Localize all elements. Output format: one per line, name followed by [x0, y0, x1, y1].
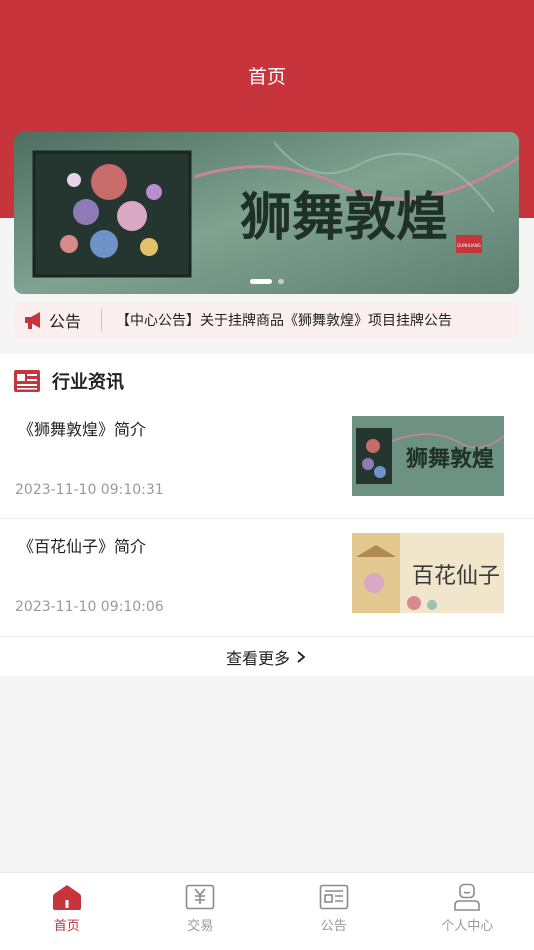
notice-label: 公告 [49, 312, 82, 331]
page-title: 首页 [247, 66, 286, 88]
thumb-caption: 百花仙子 [412, 564, 500, 589]
bottom-tab-bar: 首页 交易 公告 个人中心 [0, 872, 534, 950]
news-item[interactable]: 《狮舞敦煌》简介 2023-11-10 09:10:31 狮舞敦煌 [0, 402, 534, 518]
tab-label: 公告 [320, 919, 347, 934]
tab-trade[interactable]: 交易 [134, 873, 268, 950]
carousel-indicator [14, 279, 519, 284]
tab-label: 个人中心 [441, 919, 494, 934]
profile-icon [454, 883, 481, 911]
announcement-icon [319, 884, 349, 910]
news-item[interactable]: 《百花仙子》简介 2023-11-10 09:10:06 百花仙子 [0, 518, 534, 634]
news-section: 行业资讯 《狮舞敦煌》简介 2023-11-10 09:10:31 狮舞敦煌 《… [0, 354, 534, 676]
megaphone-icon [25, 312, 40, 329]
carousel-dot-active[interactable] [249, 279, 272, 284]
view-more-label: 查看更多 [225, 648, 290, 668]
notice-divider [101, 309, 103, 331]
tab-label: 首页 [53, 919, 80, 934]
news-date: 2023-11-10 09:10:06 [15, 599, 164, 615]
carousel-dot[interactable] [277, 279, 284, 284]
news-thumbnail: 百花仙子 [352, 533, 504, 613]
news-title: 《百花仙子》简介 [18, 537, 147, 556]
tab-profile[interactable]: 个人中心 [401, 873, 534, 950]
thumb-caption: 狮舞敦煌 [406, 446, 494, 472]
banner-carousel[interactable]: 狮舞敦煌 DUNHUANG [14, 132, 519, 294]
banner-stamp: DUNHUANG [457, 243, 481, 248]
banner-caption: 狮舞敦煌 [240, 187, 448, 248]
news-date: 2023-11-10 09:10:31 [15, 482, 164, 498]
news-thumbnail: 狮舞敦煌 [352, 416, 504, 496]
tab-label: 交易 [187, 919, 214, 934]
trade-icon [185, 884, 215, 910]
notice-bar[interactable]: 公告 【中心公告】关于挂牌商品《狮舞敦煌》项目挂牌公告 [14, 303, 519, 337]
notice-text[interactable]: 【中心公告】关于挂牌商品《狮舞敦煌》项目挂牌公告 [116, 310, 501, 330]
news-icon [14, 370, 40, 392]
news-title: 《狮舞敦煌》简介 [18, 420, 147, 439]
section-title: 行业资讯 [52, 372, 124, 393]
section-header: 行业资讯 [14, 368, 124, 394]
chevron-right-icon [297, 650, 306, 663]
tab-announcement[interactable]: 公告 [267, 873, 401, 950]
banner-image: 狮舞敦煌 DUNHUANG [14, 132, 519, 294]
home-icon [52, 885, 81, 910]
view-more-button[interactable]: 查看更多 [0, 636, 534, 676]
tab-home[interactable]: 首页 [0, 873, 134, 950]
